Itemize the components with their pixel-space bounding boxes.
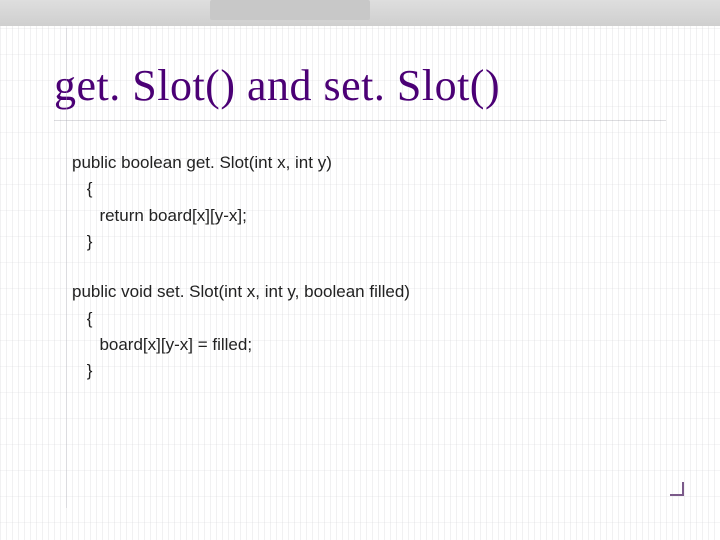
left-margin-line bbox=[66, 28, 67, 508]
slide-body: public boolean get. Slot(int x, int y) {… bbox=[72, 150, 652, 409]
code-line: { bbox=[72, 176, 652, 202]
title-underline bbox=[54, 120, 666, 121]
slide: get. Slot() and set. Slot() public boole… bbox=[0, 0, 720, 540]
code-line: } bbox=[72, 358, 652, 384]
code-line: public void set. Slot(int x, int y, bool… bbox=[72, 279, 652, 305]
code-block-getslot: public boolean get. Slot(int x, int y) {… bbox=[72, 150, 652, 255]
code-line: board[x][y-x] = filled; bbox=[72, 332, 652, 358]
code-line: public boolean get. Slot(int x, int y) bbox=[72, 150, 652, 176]
top-tab bbox=[210, 0, 370, 20]
code-block-setslot: public void set. Slot(int x, int y, bool… bbox=[72, 279, 652, 384]
code-line: } bbox=[72, 229, 652, 255]
corner-mark-icon bbox=[670, 482, 684, 496]
code-line: { bbox=[72, 306, 652, 332]
slide-title: get. Slot() and set. Slot() bbox=[54, 60, 500, 111]
code-line: return board[x][y-x]; bbox=[72, 203, 652, 229]
